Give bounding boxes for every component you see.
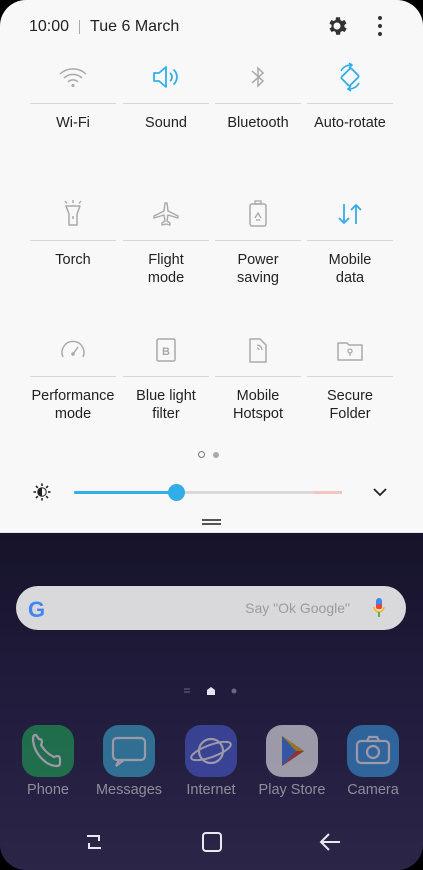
- tile-divider: [307, 240, 393, 241]
- tile-divider: [307, 376, 393, 377]
- auto-rotate-icon: [307, 58, 393, 96]
- brightness-icon: [33, 483, 51, 501]
- tile-label: Bluetooth: [227, 115, 289, 131]
- brightness-fill: [74, 491, 176, 494]
- back-arrow-icon[interactable]: [318, 830, 342, 854]
- torch-icon: [30, 195, 116, 233]
- camera-icon: [347, 725, 399, 777]
- quick-panel: 10:00 Tue 6 March Wi-Fi Sound Bluetooth Aut…: [0, 0, 423, 533]
- internet-icon: [185, 725, 237, 777]
- tile-label: Mobile Hotspot: [233, 388, 283, 422]
- google-search-bar[interactable]: G Say "Ok Google": [16, 586, 406, 630]
- tile-label: Power saving: [237, 252, 279, 286]
- airplane-icon: [123, 195, 209, 233]
- tile-divider: [30, 103, 116, 104]
- quick-tile-airplane[interactable]: Flight mode: [123, 195, 209, 305]
- mobile-data-icon: [307, 195, 393, 233]
- tile-label: Secure Folder: [327, 388, 373, 422]
- tile-divider: [215, 240, 301, 241]
- play-store-icon: [266, 725, 318, 777]
- tile-divider: [123, 240, 209, 241]
- home-page-indicator: [184, 687, 237, 695]
- messages-icon: [103, 725, 155, 777]
- date: Tue 6 March: [90, 18, 180, 35]
- brightness-high-zone: [314, 491, 342, 494]
- status-bar: 10:00 Tue 6 March: [29, 16, 179, 38]
- secure-folder-icon: [307, 331, 393, 369]
- quick-tile-sound[interactable]: Sound: [123, 58, 209, 168]
- tile-label: Sound: [145, 115, 187, 131]
- app-internet[interactable]: Internet: [171, 725, 251, 805]
- svg-text:B: B: [162, 346, 170, 358]
- phone-icon: [22, 725, 74, 777]
- app-messages[interactable]: Messages: [89, 725, 169, 805]
- home-screen: G Say "Ok Google" Phone Messages Internet P…: [0, 533, 423, 870]
- app-phone[interactable]: Phone: [8, 725, 88, 805]
- page-dot: [213, 451, 219, 458]
- tile-divider: [215, 376, 301, 377]
- quick-tile-performance[interactable]: Performance mode: [30, 331, 116, 441]
- settings-gear-icon[interactable]: [325, 14, 349, 38]
- wifi-icon: [30, 58, 116, 96]
- app-label: Camera: [347, 782, 399, 798]
- tile-label: Blue light filter: [136, 388, 196, 422]
- more-options-icon[interactable]: [376, 14, 384, 38]
- tile-label: Torch: [55, 252, 91, 268]
- tile-label: Wi-Fi: [56, 115, 90, 131]
- quick-tile-torch[interactable]: Torch: [30, 195, 116, 305]
- tile-divider: [307, 103, 393, 104]
- sound-icon: [123, 58, 209, 96]
- tile-divider: [30, 376, 116, 377]
- performance-icon: [30, 331, 116, 369]
- quick-tile-hotspot[interactable]: Mobile Hotspot: [215, 331, 301, 441]
- recent-apps-icon[interactable]: [82, 830, 106, 854]
- hotspot-icon: [215, 331, 301, 369]
- quick-tile-mobile-data[interactable]: Mobile data: [307, 195, 393, 305]
- quick-tile-blue-light[interactable]: B Blue light filter: [123, 331, 209, 441]
- quick-tile-wifi[interactable]: Wi-Fi: [30, 58, 116, 168]
- app-play-store[interactable]: Play Store: [252, 725, 332, 805]
- bluetooth-icon: [215, 58, 301, 96]
- battery-icon: [215, 195, 301, 233]
- phone-screen: 10:00 Tue 6 March Wi-Fi Sound Bluetooth Aut…: [0, 0, 423, 870]
- quick-tile-bluetooth[interactable]: Bluetooth: [215, 58, 301, 168]
- tile-divider: [123, 103, 209, 104]
- panel-drag-handle[interactable]: [202, 519, 221, 525]
- tile-label: Mobile data: [328, 252, 372, 286]
- app-camera[interactable]: Camera: [333, 725, 413, 805]
- quick-tile-secure-folder[interactable]: Secure Folder: [307, 331, 393, 441]
- tile-label: Flight mode: [147, 252, 185, 286]
- search-hint: Say "Ok Google": [245, 600, 350, 616]
- microphone-icon[interactable]: [372, 597, 386, 619]
- panel-page-indicator: [198, 451, 219, 458]
- clock: 10:00: [29, 18, 70, 35]
- tile-divider: [215, 103, 301, 104]
- google-logo-icon: G: [28, 597, 46, 622]
- quick-tile-battery[interactable]: Power saving: [215, 195, 301, 305]
- tile-label: Performance mode: [31, 388, 115, 422]
- home-button-icon[interactable]: [200, 830, 224, 854]
- divider: [79, 20, 81, 34]
- brightness-slider[interactable]: [74, 484, 342, 501]
- tile-divider: [123, 376, 209, 377]
- chevron-down-icon[interactable]: [372, 486, 388, 498]
- page-dot-current: [198, 451, 205, 458]
- tile-label: Auto-rotate: [314, 115, 386, 131]
- tile-divider: [30, 240, 116, 241]
- blue-light-icon: B: [123, 331, 209, 369]
- quick-tile-auto-rotate[interactable]: Auto-rotate: [307, 58, 393, 168]
- brightness-thumb[interactable]: [167, 484, 185, 501]
